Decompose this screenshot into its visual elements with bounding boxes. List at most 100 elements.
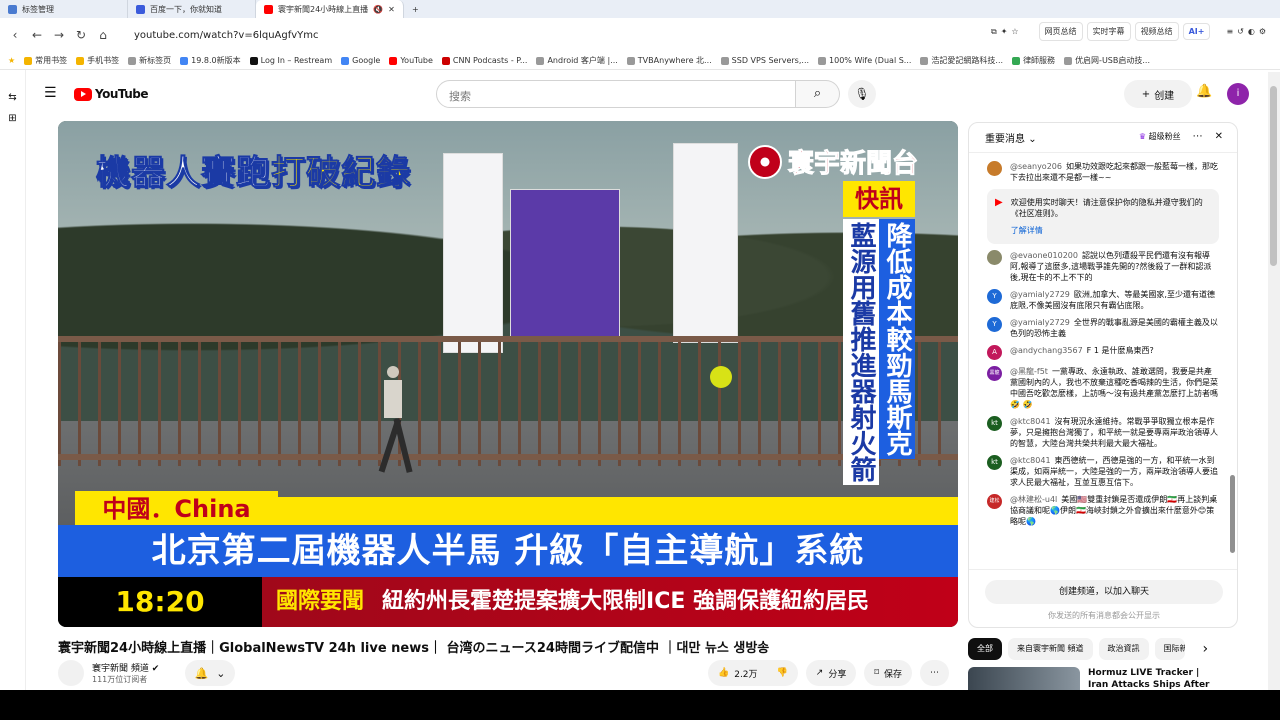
bookmark-item[interactable]: Google bbox=[341, 56, 380, 65]
chip-international[interactable]: 国际新 bbox=[1154, 638, 1185, 660]
chip-all[interactable]: 全部 bbox=[968, 638, 1002, 660]
super-fan-button[interactable]: ♛ 超级粉丝 bbox=[1139, 131, 1181, 142]
flash-badge: 快訊 bbox=[843, 181, 915, 217]
back-arrow-icon[interactable]: ← bbox=[26, 28, 48, 42]
notifications-bell-icon[interactable]: 🔔 bbox=[1196, 84, 1212, 99]
message-user[interactable]: @ktc8041 bbox=[1010, 456, 1051, 465]
bookmark-item[interactable]: 优启网-USB启动技... bbox=[1064, 55, 1150, 66]
bookmark-item[interactable]: Log In – Restream bbox=[249, 56, 332, 65]
more-actions-button[interactable]: ⋯ bbox=[919, 660, 949, 686]
create-channel-button[interactable]: 创建频道，以加入聊天 bbox=[985, 580, 1223, 604]
chevron-down-icon: ⌄ bbox=[1028, 134, 1037, 145]
bookmark-item[interactable]: TVBAnywhere 北... bbox=[626, 55, 712, 66]
like-button[interactable]: 👍 2.2万 👎 bbox=[708, 660, 798, 686]
video-banner bbox=[443, 153, 503, 353]
station-logo: 寰宇新聞台 bbox=[748, 143, 919, 180]
menu-icon[interactable]: ≡ bbox=[1226, 27, 1233, 36]
sidebar-toggle-icon[interactable]: ⇆ bbox=[0, 92, 25, 103]
history-icon[interactable]: ↺ bbox=[1237, 27, 1244, 36]
clock: 18:20 bbox=[58, 577, 262, 627]
video-player[interactable]: 機器人賽跑打破紀錄 寰宇新聞台 快訊 藍源用舊推進器射火箭 降低成本較勁馬斯克 … bbox=[58, 121, 958, 627]
bookmark-item[interactable]: YouTube bbox=[389, 56, 433, 65]
like-count: 2.2万 bbox=[734, 669, 758, 680]
tab-2-active[interactable]: 寰宇新聞24小時線上直播 🔇 ✕ bbox=[256, 0, 404, 18]
message-user[interactable]: @seanyo206 bbox=[1010, 162, 1062, 171]
hamburger-menu-icon[interactable]: ☰ bbox=[44, 85, 57, 101]
chat-mode-dropdown[interactable]: 重要消息 ⌄ bbox=[985, 130, 1037, 145]
learn-more-link[interactable]: 了解详情 bbox=[1011, 225, 1211, 236]
bookmark-label: 手机书签 bbox=[87, 56, 120, 65]
settings-icon[interactable]: ⚙ bbox=[1259, 27, 1266, 36]
save-button[interactable]: ⌑ 保存 bbox=[864, 660, 912, 686]
page-scrollbar-thumb[interactable] bbox=[1270, 86, 1277, 266]
vertical-headline-right: 降低成本較勁馬斯克 bbox=[879, 219, 915, 459]
tab-favicon bbox=[136, 4, 145, 14]
message-body: @yamialy2729 全世界的戰事亂源是美國的霸權主義及以色列的恐怖主義 bbox=[1010, 317, 1219, 339]
chip-politics[interactable]: 政治資訊 bbox=[1098, 638, 1149, 660]
chevron-right-icon[interactable]: › bbox=[1203, 641, 1209, 657]
forward-arrow-icon[interactable]: → bbox=[48, 28, 70, 42]
ext-ai-button[interactable]: AI+ bbox=[1182, 23, 1211, 40]
bookmark-label: 100% Wife (Dual S... bbox=[829, 56, 912, 65]
chip-channel[interactable]: 来自寰宇新聞 頻道 bbox=[1008, 638, 1093, 660]
bookmark-item[interactable]: 常用书签 bbox=[24, 55, 67, 66]
tab-0[interactable]: 标签管理 bbox=[0, 0, 128, 18]
video-robot bbox=[378, 366, 413, 491]
bookmark-item[interactable]: 手机书签 bbox=[76, 55, 119, 66]
channel-avatar[interactable] bbox=[58, 660, 84, 686]
share-button[interactable]: ↗ 分享 bbox=[805, 660, 857, 686]
video-thumbnail[interactable] bbox=[968, 667, 1080, 691]
voice-search-button[interactable]: 🎙 bbox=[848, 80, 876, 108]
message-user[interactable]: @evaone010200 bbox=[1010, 251, 1078, 260]
bookmark-item[interactable]: SSD VPS Servers,... bbox=[720, 56, 809, 65]
tab-1[interactable]: 百度一下，你就知道 bbox=[128, 0, 256, 18]
bookmark-item[interactable]: 100% Wife (Dual S... bbox=[818, 56, 911, 65]
tab-strip: 标签管理 百度一下，你就知道 寰宇新聞24小時線上直播 🔇 ✕ + bbox=[0, 0, 1280, 18]
new-tab-button[interactable]: + bbox=[404, 0, 434, 18]
close-tab-icon[interactable]: ✕ bbox=[388, 5, 395, 14]
bookmark-item[interactable]: 浩記愛記網路科技... bbox=[920, 55, 1003, 66]
bookmark-item[interactable]: 新标签页 bbox=[128, 55, 171, 66]
message-user[interactable]: @ktc8041 bbox=[1010, 417, 1051, 426]
page-icon[interactable]: ⧉ bbox=[991, 27, 997, 37]
search-input[interactable]: 搜索 bbox=[436, 80, 796, 108]
extension-icon[interactable]: ✦ bbox=[1001, 27, 1008, 36]
create-button[interactable]: + 创建 bbox=[1124, 80, 1192, 108]
recommended-video[interactable]: Hormuz LIVE Tracker | Iran Attacks Ships… bbox=[968, 667, 1258, 702]
ext-video-summary-button[interactable]: 视频总结 bbox=[1134, 22, 1179, 41]
mute-icon[interactable]: 🔇 bbox=[373, 5, 383, 14]
message-user[interactable]: @yamialy2729 bbox=[1010, 318, 1070, 327]
message-user[interactable]: @andychang3567 bbox=[1010, 346, 1083, 355]
bookmark-item[interactable]: CNN Podcasts - P... bbox=[441, 56, 527, 65]
message-text: F 1 是什麼鳥東西? bbox=[1086, 346, 1154, 355]
address-bar[interactable]: youtube.com/watch?v=6lquAgfvYmc bbox=[134, 30, 319, 41]
ticker-tag: 國際要聞 bbox=[276, 589, 365, 614]
ext-summary-button[interactable]: 网页总结 bbox=[1038, 22, 1083, 41]
channel-info[interactable]: 寰宇新聞 頻道 ✔ 111万位订阅者 bbox=[58, 660, 159, 686]
bookmark-item[interactable]: 律師服務 bbox=[1012, 55, 1055, 66]
reload-icon[interactable]: ↻ bbox=[70, 28, 92, 42]
home-icon[interactable]: ⌂ bbox=[92, 28, 114, 42]
message-user[interactable]: @黑龍-f5t bbox=[1010, 367, 1048, 376]
ext-subtitle-button[interactable]: 实时字幕 bbox=[1086, 22, 1131, 41]
search-button[interactable]: ⌕ bbox=[796, 80, 840, 108]
account-avatar[interactable]: i bbox=[1227, 83, 1249, 105]
sidebar-panel-icon[interactable]: ⊞ bbox=[0, 113, 25, 124]
page-scrollbar[interactable] bbox=[1268, 72, 1280, 690]
close-icon[interactable]: ✕ bbox=[1215, 131, 1223, 142]
dislike-icon[interactable]: 👎 bbox=[777, 668, 788, 678]
bookmark-item[interactable]: 19.8.0新版本 bbox=[180, 55, 241, 66]
bookmark-star-icon[interactable]: ★ bbox=[8, 56, 15, 65]
profile-icon[interactable]: ◐ bbox=[1248, 27, 1255, 36]
youtube-logo[interactable]: YouTube bbox=[74, 87, 149, 101]
channel-name[interactable]: 寰宇新聞 頻道 ✔ bbox=[92, 661, 159, 674]
notification-dropdown-button[interactable]: 🔔 ⌄ bbox=[185, 660, 235, 686]
subscriber-count: 111万位订阅者 bbox=[92, 675, 148, 684]
bookmark-item[interactable]: Android 客户端 |... bbox=[536, 55, 618, 66]
more-icon[interactable]: ⋯ bbox=[1193, 131, 1203, 142]
chat-scrollbar[interactable] bbox=[1230, 475, 1235, 553]
message-user[interactable]: @yamialy2729 bbox=[1010, 290, 1070, 299]
star-icon[interactable]: ☆ bbox=[1011, 27, 1018, 36]
message-user[interactable]: @林建松-u4l bbox=[1010, 495, 1057, 504]
back-icon[interactable]: ‹ bbox=[4, 28, 26, 42]
